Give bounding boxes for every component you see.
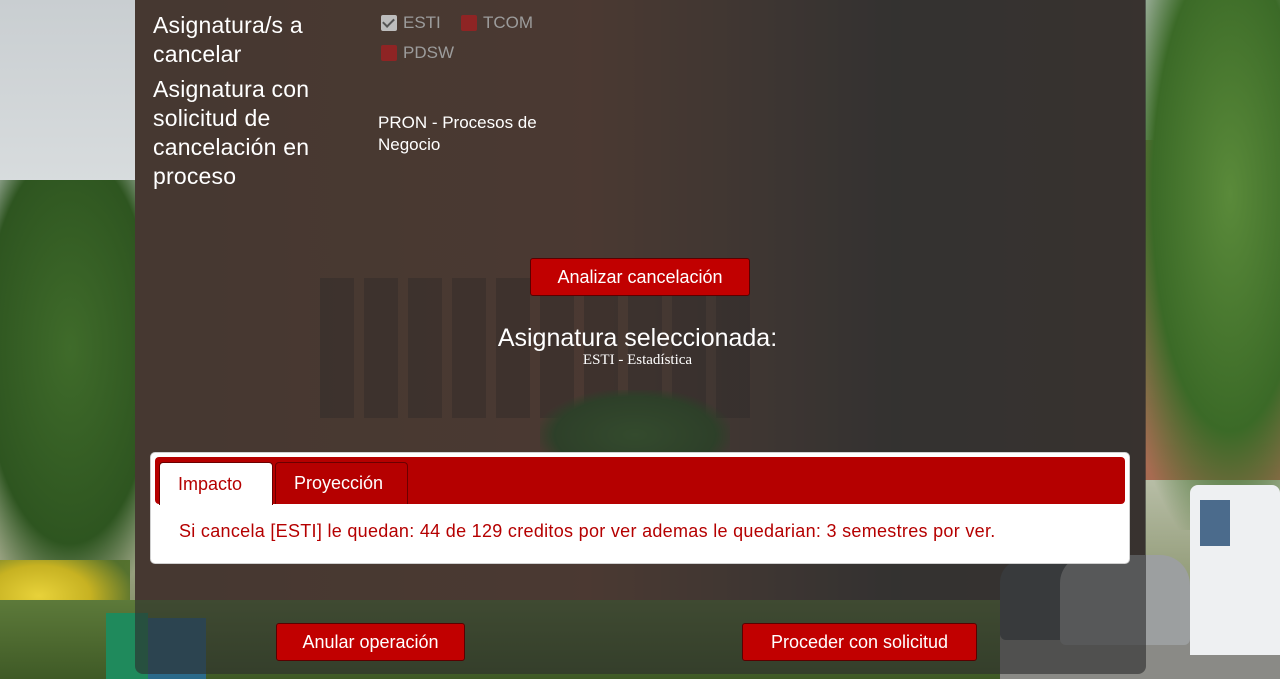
subjects-to-cancel-label: Asignatura/s a cancelar — [153, 12, 303, 67]
pending-request-label: Asignatura con solicitud de cancelación … — [153, 76, 310, 189]
subject-checkbox-label: ESTI — [403, 13, 441, 32]
subject-checkbox-label: TCOM — [483, 13, 534, 32]
selected-subject-value: ESTI - Estadística — [582, 352, 693, 368]
subject-checkbox-pdsw[interactable]: PDSW — [381, 43, 454, 63]
tab-impact[interactable]: Impacto — [159, 462, 273, 505]
checkbox-unchecked-icon[interactable] — [461, 15, 477, 31]
subject-checkbox-tcom[interactable]: TCOM — [461, 13, 533, 33]
subject-checkbox-label: PDSW — [403, 43, 454, 62]
checkbox-unchecked-icon[interactable] — [381, 45, 397, 61]
pending-request-value: PRON - Procesos de Negocio — [378, 113, 537, 154]
tab-projection[interactable]: Proyección — [275, 462, 408, 504]
background-ambulance-window — [1200, 500, 1230, 546]
selected-subject-heading: Asignatura seleccionada: — [497, 324, 778, 352]
proceed-request-button[interactable]: Proceder con solicitud — [742, 623, 977, 661]
impact-tabs: Impacto Proyección Si cancela [ESTI] le … — [150, 452, 1130, 564]
subject-checkbox-esti[interactable]: ESTI — [381, 13, 441, 33]
checkbox-checked-icon[interactable] — [381, 15, 397, 31]
cancel-operation-button[interactable]: Anular operación — [276, 623, 465, 661]
tab-bar: Impacto Proyección — [155, 457, 1125, 505]
analyze-cancellation-button[interactable]: Analizar cancelación — [530, 258, 750, 296]
impact-message: Si cancela [ESTI] le quedan: 44 de 129 c… — [179, 521, 996, 541]
